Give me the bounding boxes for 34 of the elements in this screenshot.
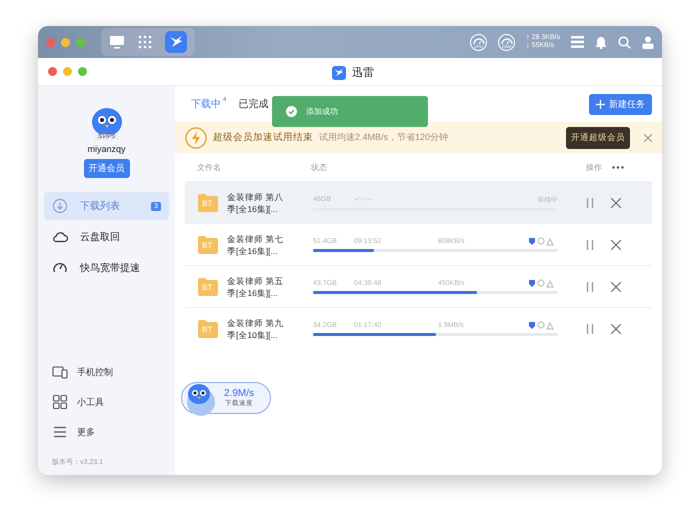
new-task-button[interactable]: 新建任务 <box>589 94 652 114</box>
sidebar-item-label: 快鸟宽带提速 <box>80 262 140 275</box>
sidebar-item[interactable]: 快鸟宽带提速 <box>44 254 169 282</box>
sidebar-item-label: 小工具 <box>77 396 104 408</box>
user-name: miyanzqy <box>87 144 126 154</box>
sidebar-item[interactable]: 小工具 <box>44 389 169 415</box>
column-header: 操作 <box>586 162 602 172</box>
column-header: 状态 <box>311 162 327 172</box>
sidebar-item-label: 下载列表 <box>80 200 120 213</box>
sidebar-item[interactable]: 云盘取回 <box>44 223 169 251</box>
sidebar-item-label: 云盘取回 <box>80 231 120 244</box>
sidebar-item-label: 手机控制 <box>77 366 113 378</box>
tab-count: 4 <box>223 97 226 103</box>
column-header: 文件名 <box>197 162 222 172</box>
file-type-label: BT <box>202 198 212 208</box>
file-name: 金装律师 第五季[全16集][... <box>227 274 284 298</box>
file-type-label: BT <box>202 282 212 292</box>
file-name: 金装律师 第七季[全16集][... <box>227 232 284 256</box>
toast-message: 添加成功 <box>306 106 338 117</box>
tab[interactable]: 下载中 $^{4}$ <box>191 97 226 111</box>
tab[interactable]: 已完成 <box>238 97 268 111</box>
file-type-label: BT <box>202 324 212 334</box>
sidebar-item-label: 更多 <box>77 426 95 438</box>
file-name: 金装律师 第九季[全10集][... <box>227 316 284 340</box>
file-type-label: BT <box>202 240 212 250</box>
promo-text: 试用均速2.4MB/s，节省120分钟 <box>319 131 448 144</box>
upgrade-button[interactable]: 开通超级会员 <box>566 126 630 148</box>
sidebar-item[interactable]: 手机控制 <box>44 359 169 385</box>
sidebar-item[interactable]: 更多 <box>44 419 169 445</box>
file-name: 金装律师 第八季[全16集][... <box>227 190 284 214</box>
promo-title: 超级会员加速试用结束 <box>213 131 313 144</box>
window-title: 迅雷 <box>352 66 374 80</box>
speed-value: 2.9M/s <box>224 388 254 399</box>
membership-button[interactable]: 开通会员 <box>84 159 130 178</box>
